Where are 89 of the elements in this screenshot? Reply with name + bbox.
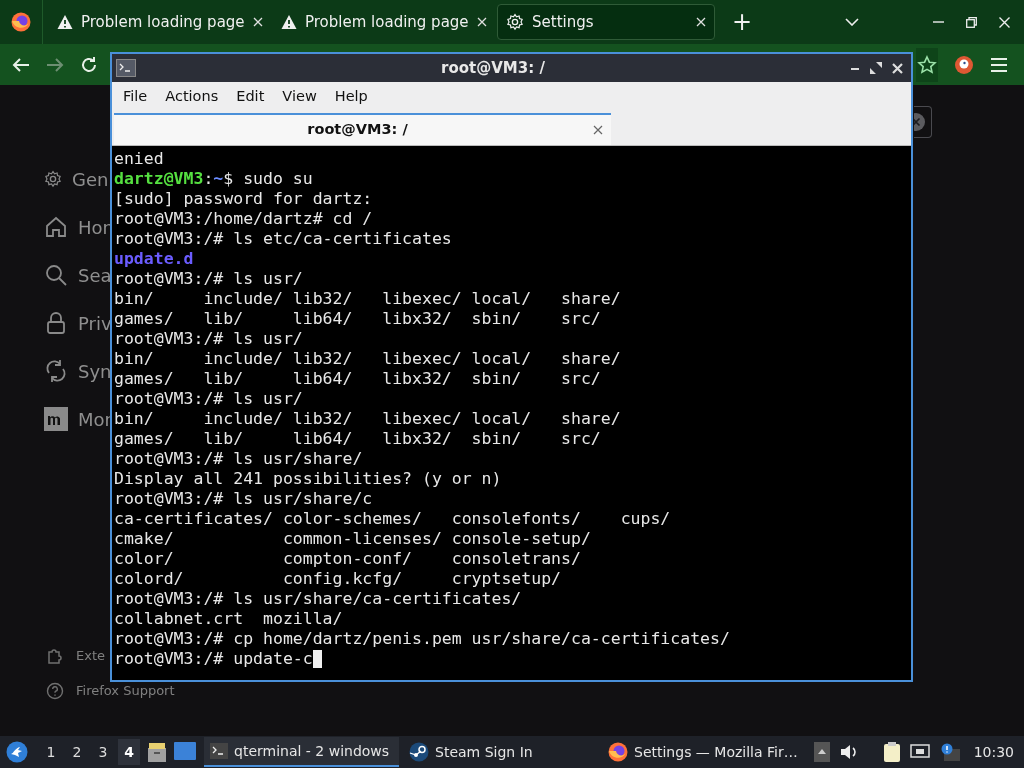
terminal-line: cmake/ common-licenses/ console-setup/ xyxy=(114,529,591,549)
clock: 10:30 xyxy=(973,742,1014,762)
warning-icon xyxy=(281,14,297,30)
menu-item[interactable]: View xyxy=(273,86,326,108)
search-icon xyxy=(44,263,68,287)
sync-icon xyxy=(44,359,68,383)
terminal-icon xyxy=(210,743,228,759)
terminal-line: enied xyxy=(114,149,164,169)
terminal-line: root@VM3:/# cp home/dartz/penis.pem usr/share/ca-certificates/ xyxy=(114,629,730,649)
terminal-line: ca-certificates/ color-schemes/ consolefonts/ cups/ xyxy=(114,509,671,529)
terminal-line: games/ lib/ lib64/ libx32/ sbin/ src/ xyxy=(114,369,601,389)
terminal-line: root@VM3:/# update-c xyxy=(114,649,313,669)
clipboard-icon[interactable] xyxy=(883,742,900,762)
firefox-icon[interactable] xyxy=(11,12,31,32)
puzzle-icon xyxy=(46,646,64,665)
workspace-button[interactable]: 4 xyxy=(118,739,140,765)
browser-tab[interactable]: Settings xyxy=(497,4,715,40)
terminal-line: dartz@VM3:~$ sudo su xyxy=(114,169,313,189)
terminal-line: colord/ config.kcfg/ cryptsetup/ xyxy=(114,569,562,589)
star-icon xyxy=(917,54,937,75)
reload-icon[interactable] xyxy=(80,55,98,74)
terminal-line: root@VM3:/# ls usr/ xyxy=(114,329,303,349)
restore-icon[interactable] xyxy=(870,62,882,74)
terminal-line: collabnet.crt mozilla/ xyxy=(114,609,343,629)
m-logo-icon xyxy=(44,407,68,431)
file-manager-icon[interactable] xyxy=(148,742,166,762)
home-icon xyxy=(44,215,68,239)
terminal-line: root@VM3:/# ls usr/ xyxy=(114,389,303,409)
terminal-line: [sudo] password for dartz: xyxy=(114,189,373,209)
close-icon[interactable] xyxy=(999,16,1010,28)
terminal-line: root@VM3:/# ls usr/share/ca-certificates/ xyxy=(114,589,522,609)
terminal-line: update.d xyxy=(114,249,194,269)
volume-icon[interactable] xyxy=(839,744,858,760)
settings-icon xyxy=(506,13,524,31)
terminal-line: bin/ include/ lib32/ libexec/ local/ share/ xyxy=(114,349,621,369)
browser-tab[interactable]: Problem loading page xyxy=(49,4,267,40)
menu-item[interactable]: Actions xyxy=(156,86,228,108)
terminal-line: root@VM3:/home/dartz# cd / xyxy=(114,209,373,229)
terminal-line: root@VM3:/# ls usr/share/ xyxy=(114,449,363,469)
menu-icon[interactable] xyxy=(990,57,1008,72)
sidebar-link[interactable]: Exte xyxy=(76,648,105,663)
window-title: root@VM3: / xyxy=(441,57,545,79)
sidebar-item[interactable]: Sea xyxy=(78,261,112,289)
taskbar-task[interactable]: qterminal - 2 windows xyxy=(204,737,399,767)
sidebar-item[interactable]: Syn xyxy=(78,357,112,385)
menu-item[interactable]: Help xyxy=(325,86,377,108)
terminal-line: bin/ include/ lib32/ libexec/ local/ share/ xyxy=(114,409,621,429)
terminal-line: bin/ include/ lib32/ libexec/ local/ share/ xyxy=(114,289,621,309)
terminal-line: root@VM3:/# ls etc/ca-certificates xyxy=(114,229,452,249)
notification-icon[interactable] xyxy=(939,743,960,761)
close-icon[interactable] xyxy=(892,62,903,74)
browser-tab[interactable]: Problem loading page xyxy=(273,4,491,40)
steam-icon xyxy=(409,742,429,762)
tab-list-icon[interactable] xyxy=(845,18,859,26)
sidebar-item[interactable]: Gen xyxy=(72,165,109,193)
workspace-button[interactable]: 3 xyxy=(92,739,114,765)
menu-item[interactable]: File xyxy=(114,86,157,108)
terminal-icon xyxy=(116,59,136,77)
bookmark-star-button[interactable] xyxy=(916,47,938,82)
sidebar-link[interactable]: Firefox Support xyxy=(76,683,175,698)
settings-icon xyxy=(44,170,62,188)
duck-extension-icon[interactable] xyxy=(954,54,974,75)
menu-item[interactable]: Edit xyxy=(227,86,274,108)
warning-icon xyxy=(57,14,73,30)
terminal-tab[interactable]: root@VM3: / xyxy=(114,113,611,145)
back-icon[interactable] xyxy=(12,56,30,73)
start-menu-icon[interactable] xyxy=(6,741,28,763)
terminal-line: color/ compton-conf/ consoletrans/ xyxy=(114,549,581,569)
help-icon xyxy=(46,681,64,700)
network-icon[interactable] xyxy=(909,744,930,760)
terminal-line: Display all 241 possibilities? (y or n) xyxy=(114,469,502,489)
taskbar-task[interactable]: Steam Sign In xyxy=(403,737,598,767)
tray-expand-icon[interactable] xyxy=(813,742,830,762)
restore-icon[interactable] xyxy=(966,16,977,28)
terminal-line: games/ lib/ lib64/ libx32/ sbin/ src/ xyxy=(114,309,601,329)
workspace-button[interactable]: 2 xyxy=(66,739,88,765)
new-tab-button[interactable]: + xyxy=(727,10,757,34)
workspace-button[interactable]: 1 xyxy=(40,739,62,765)
sidebar-item[interactable]: Priv xyxy=(78,309,112,337)
clear-search-icon[interactable] xyxy=(914,112,926,132)
terminal-line: root@VM3:/# ls usr/share/c xyxy=(114,489,373,509)
forward-icon[interactable] xyxy=(46,56,64,73)
terminal-line: games/ lib/ lib64/ libx32/ sbin/ src/ xyxy=(114,429,601,449)
firefox-icon xyxy=(608,742,628,762)
lock-icon xyxy=(44,311,68,335)
close-tab-icon[interactable] xyxy=(593,125,603,135)
terminal-line: root@VM3:/# ls usr/ xyxy=(114,269,303,289)
sidebar-item[interactable]: Mor xyxy=(78,405,112,433)
taskbar-task[interactable]: Settings — Mozilla Fir… xyxy=(602,737,797,767)
